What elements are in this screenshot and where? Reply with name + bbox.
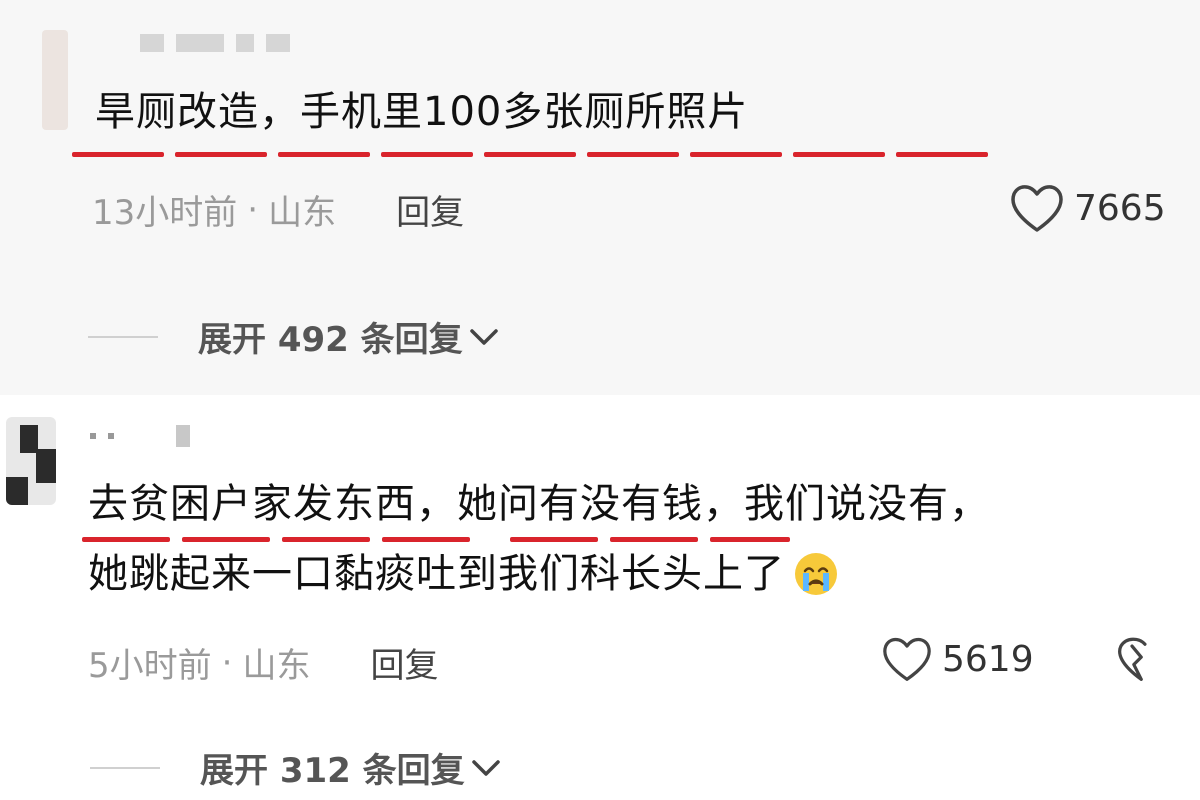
expand-label: 展开 492 条回复 — [198, 320, 463, 360]
expand-replies-button[interactable]: 展开 492 条回复 — [88, 312, 499, 361]
comment-text-line-2: 她跳起来一口黏痰吐到我们科长头上了 — [88, 551, 785, 597]
meta-separator: · — [221, 642, 233, 683]
crying-face-emoji-icon — [795, 553, 837, 595]
like-button[interactable]: 7665 — [1008, 182, 1166, 234]
divider-line — [88, 335, 158, 338]
broken-heart-icon — [1118, 637, 1147, 681]
username-blurred[interactable] — [140, 34, 290, 52]
chevron-down-icon — [469, 328, 498, 345]
meta-separator: · — [247, 189, 259, 230]
username-blurred[interactable] — [90, 425, 190, 447]
expand-label: 展开 312 条回复 — [200, 751, 465, 791]
avatar[interactable] — [6, 417, 56, 505]
dislike-button[interactable] — [1112, 635, 1160, 683]
like-count: 7665 — [1074, 187, 1166, 229]
comment-meta: 5小时前 · 山东 回复 — [88, 638, 438, 687]
timestamp: 5小时前 — [88, 646, 212, 686]
comment-item: 去贫困户家发东西，她问有没有钱，我们说没有， 她跳起来一口黏痰吐到我们科长头上了… — [0, 395, 1200, 800]
like-count: 5619 — [942, 638, 1034, 680]
location: 山东 — [268, 193, 337, 233]
like-button[interactable]: 5619 — [880, 635, 1034, 683]
location: 山东 — [242, 646, 311, 686]
chevron-down-icon — [471, 759, 500, 776]
heart-icon — [1011, 185, 1063, 232]
reply-button[interactable]: 回复 — [396, 185, 464, 234]
avatar[interactable] — [42, 30, 68, 130]
heart-icon — [883, 637, 931, 681]
comment-text-line-1: 去贫困户家发东西，她问有没有钱，我们说没有， — [88, 481, 990, 527]
comment-item: 旱厕改造，手机里100多张厕所照片 13小时前 · 山东 回复 7665 展开 … — [0, 0, 1200, 395]
comment-meta: 13小时前 · 山东 回复 — [92, 185, 464, 234]
expand-replies-button[interactable]: 展开 312 条回复 — [90, 743, 501, 792]
comment-text-line-2-wrap: 她跳起来一口黏痰吐到我们科长头上了 — [88, 550, 839, 598]
reply-button[interactable]: 回复 — [370, 638, 438, 687]
timestamp: 13小时前 — [92, 193, 238, 233]
comment-text: 旱厕改造，手机里100多张厕所照片 — [95, 89, 749, 135]
divider-line — [90, 766, 160, 769]
